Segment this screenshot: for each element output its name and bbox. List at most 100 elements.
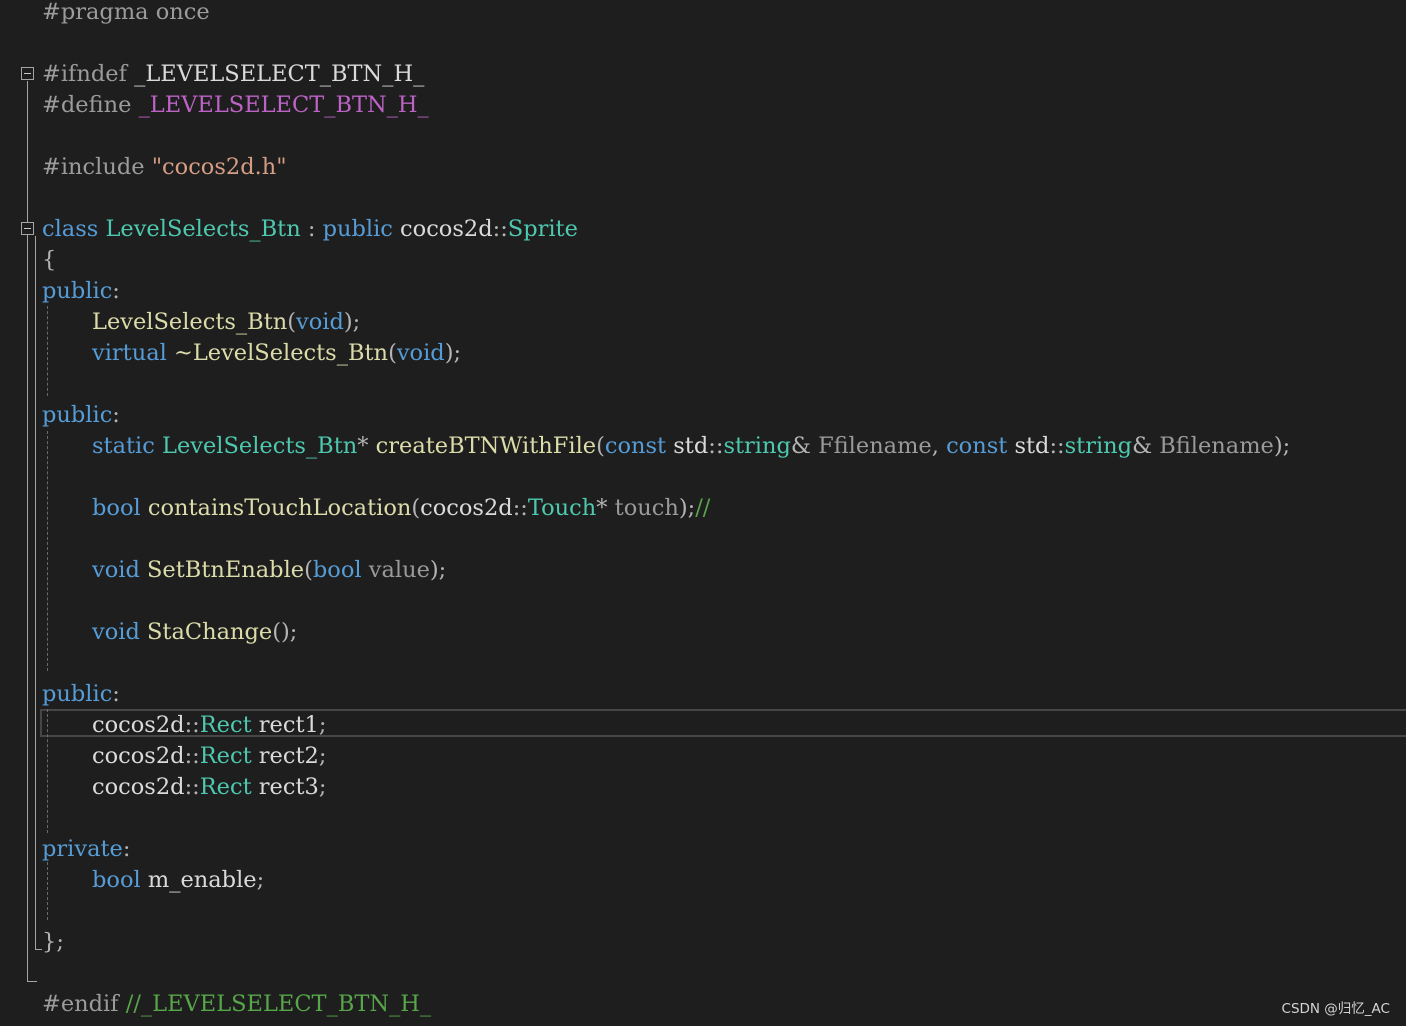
code-line[interactable]: class LevelSelects_Btn : public cocos2d:… [0, 214, 1406, 245]
code-text: #endif //_LEVELSELECT_BTN_H_ [42, 989, 431, 1020]
code-line[interactable]: cocos2d::Rect rect2; [0, 741, 1406, 772]
code-text: bool m_enable; [92, 865, 264, 896]
code-line[interactable]: void StaChange(); [0, 617, 1406, 648]
code-token: (); [272, 619, 298, 645]
fold-region-end [27, 981, 37, 982]
code-line[interactable]: #pragma once [0, 0, 1406, 28]
code-token: ( [411, 495, 421, 521]
code-token: string [1064, 433, 1133, 459]
code-token: , [931, 433, 947, 459]
code-line[interactable]: public: [0, 679, 1406, 710]
code-line[interactable]: #define _LEVELSELECT_BTN_H_ [0, 90, 1406, 121]
code-token: Rect [199, 712, 252, 738]
code-text: static LevelSelects_Btn* createBTNWithFi… [92, 431, 1290, 462]
code-token: std [666, 433, 709, 459]
code-text: public: [42, 679, 120, 710]
code-token: : [112, 278, 120, 304]
code-token: Ffilename [818, 433, 932, 459]
code-line[interactable]: bool containsTouchLocation(cocos2d::Touc… [0, 493, 1406, 524]
code-text: void SetBtnEnable(bool value); [92, 555, 446, 586]
code-line[interactable]: }; [0, 927, 1406, 958]
code-token: void [296, 309, 344, 335]
code-token: m_enable [140, 867, 257, 893]
code-line[interactable]: LevelSelects_Btn(void); [0, 307, 1406, 338]
code-token: & [1132, 433, 1160, 459]
code-token: public [42, 402, 113, 428]
code-line[interactable]: public: [0, 276, 1406, 307]
code-token: #pragma once [42, 0, 210, 25]
code-token: :: [492, 216, 508, 242]
code-token: const [946, 433, 1008, 459]
code-token: class [42, 216, 99, 242]
code-token: void [396, 340, 445, 366]
code-token: :: [184, 774, 200, 800]
code-text: cocos2d::Rect rect2; [92, 741, 326, 772]
code-line[interactable]: cocos2d::Rect rect3; [0, 772, 1406, 803]
code-line[interactable]: #endif //_LEVELSELECT_BTN_H_ [0, 989, 1406, 1020]
code-token: ); [444, 340, 462, 366]
code-token: cocos2d [92, 743, 185, 769]
code-line[interactable]: virtual ~LevelSelects_Btn(void); [0, 338, 1406, 369]
code-token: cocos2d [392, 216, 493, 242]
code-line[interactable]: private: [0, 834, 1406, 865]
code-token: cocos2d [92, 774, 185, 800]
code-line[interactable]: public: [0, 400, 1406, 431]
code-token: : [122, 836, 131, 862]
code-token: #define [42, 92, 139, 118]
code-line[interactable]: void SetBtnEnable(bool value); [0, 555, 1406, 586]
code-token: :: [184, 712, 200, 738]
code-token: ; [318, 712, 327, 738]
code-token: ( [304, 557, 313, 583]
code-token: ); [343, 309, 361, 335]
code-line[interactable]: static LevelSelects_Btn* createBTNWithFi… [0, 431, 1406, 462]
code-token: Touch [527, 495, 597, 521]
code-token: //_LEVELSELECT_BTN_H_ [125, 991, 432, 1017]
code-token: :: [708, 433, 724, 459]
code-text: void StaChange(); [92, 617, 297, 648]
code-token: : [300, 216, 323, 242]
code-token: ; [318, 743, 327, 769]
code-text: }; [42, 927, 64, 958]
code-token: StaChange [147, 619, 273, 645]
code-text: public: [42, 400, 120, 431]
code-token: LevelSelects_Btn [162, 433, 358, 459]
code-token: #endif [42, 991, 126, 1017]
code-token: { [42, 247, 57, 273]
code-token: #include [42, 154, 152, 180]
code-text: private: [42, 834, 130, 865]
code-token: cocos2d [92, 712, 185, 738]
code-line[interactable]: #ifndef _LEVELSELECT_BTN_H_ [0, 59, 1406, 90]
code-token: public [322, 216, 393, 242]
code-line[interactable]: cocos2d::Rect rect1; [0, 710, 1406, 741]
code-token: containsTouchLocation [147, 495, 412, 521]
code-token: public [42, 681, 113, 707]
code-line[interactable]: #include "cocos2d.h" [0, 152, 1406, 183]
code-line[interactable]: { [0, 245, 1406, 276]
code-token: bool [92, 495, 141, 521]
code-text: LevelSelects_Btn(void); [92, 307, 360, 338]
code-token: ); [429, 557, 447, 583]
code-text: #define _LEVELSELECT_BTN_H_ [42, 90, 429, 121]
code-token: & [790, 433, 819, 459]
code-text: class LevelSelects_Btn : public cocos2d:… [42, 214, 578, 245]
code-line[interactable]: bool m_enable; [0, 865, 1406, 896]
code-token: bool [92, 867, 141, 893]
code-token: rect2 [251, 743, 319, 769]
code-token: static [92, 433, 155, 459]
code-token: :: [512, 495, 528, 521]
code-token: ( [287, 309, 297, 335]
code-token: const [604, 433, 667, 459]
code-text: { [42, 245, 56, 276]
code-token: void [92, 619, 140, 645]
code-text: virtual ~LevelSelects_Btn(void); [92, 338, 461, 369]
code-token: ( [596, 433, 605, 459]
code-token: ; [318, 774, 327, 800]
code-text: #include "cocos2d.h" [42, 152, 287, 183]
code-token: string [723, 433, 791, 459]
code-editor[interactable]: #pragma once #ifndef _LEVELSELECT_BTN_H_ #… [0, 0, 1406, 1026]
